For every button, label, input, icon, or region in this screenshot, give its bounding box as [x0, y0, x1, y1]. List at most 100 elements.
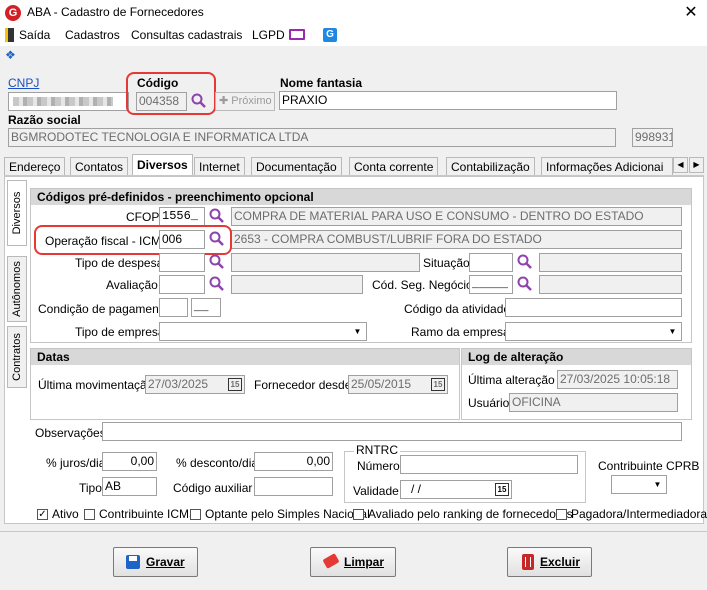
excluir-button[interactable]: Excluir: [507, 547, 592, 577]
gravar-button[interactable]: Gravar: [113, 547, 198, 577]
situacao-label: Situação: [423, 256, 470, 270]
validade-field[interactable]: / / 15: [400, 480, 512, 499]
optante-simples-label: Optante pelo Simples Nacional: [205, 507, 370, 521]
cod-aux-field[interactable]: [254, 477, 333, 496]
pagadora-checkbox[interactable]: [556, 509, 567, 520]
calendar-icon[interactable]: 15: [431, 378, 445, 391]
ultima-mov-value: 27/03/2025: [148, 377, 209, 391]
excluir-label: Excluir: [540, 555, 581, 569]
cprb-select[interactable]: ▼: [611, 475, 667, 494]
rntrc-label: RNTRC: [354, 443, 400, 457]
cod-seg-description: [539, 275, 682, 294]
cond-pag-field-2[interactable]: __: [191, 298, 221, 317]
tab-scroll-left-icon[interactable]: ◀: [673, 157, 688, 173]
opfiscal-highlight: [34, 225, 232, 255]
diamond-icon[interactable]: ❖: [5, 49, 19, 61]
tab-documentacao[interactable]: Documentação: [251, 157, 342, 175]
tab-contatos[interactable]: Contatos: [70, 157, 129, 175]
cod-seg-label: Cód. Seg. Negócio: [372, 278, 473, 292]
ativo-checkbox[interactable]: ✓: [37, 509, 48, 520]
tipo-despesa-search-icon[interactable]: [208, 253, 225, 270]
side-tab-contratos-label: Contratos: [11, 333, 23, 381]
razao-social-field[interactable]: BGMRODOTEC TECNOLOGIA E INFORMATICA LTDA: [8, 128, 616, 147]
situacao-field[interactable]: [469, 253, 513, 272]
save-icon: [126, 555, 140, 569]
tipo-field[interactable]: AB: [102, 477, 157, 496]
cfop-field[interactable]: 1556_: [159, 207, 205, 226]
cod-atividade-label: Código da atividade: [404, 302, 511, 316]
ramo-empresa-select[interactable]: ▼: [505, 322, 682, 341]
tab-endereco[interactable]: Endereço: [4, 157, 66, 175]
cod-seg-field[interactable]: _____: [469, 275, 513, 294]
opfiscal-description: 2653 - COMPRA COMBUST/LUBRIF FORA DO EST…: [231, 230, 682, 249]
fornecedor-desde-label: Fornecedor desde: [254, 378, 352, 392]
avaliacao-search-icon[interactable]: [208, 275, 225, 292]
fornecedor-desde-value: 25/05/2015: [351, 377, 412, 391]
trash-icon: [522, 554, 534, 570]
exit-icon: [5, 28, 14, 42]
eraser-icon: [322, 553, 340, 569]
razao-social-label: Razão social: [8, 113, 81, 127]
menu-cadastros[interactable]: Cadastros: [65, 28, 120, 42]
tab-contabilizacao[interactable]: Contabilização: [446, 157, 535, 175]
tab-internet[interactable]: Internet: [194, 157, 245, 175]
cod-aux-label: Código auxiliar 1: [173, 481, 263, 495]
ramo-empresa-label: Ramo da empresa: [411, 325, 510, 339]
avaliado-ranking-label: Avaliado pelo ranking de fornecedores: [368, 507, 573, 521]
usuario-field: OFICINA: [509, 393, 678, 412]
gravar-label: Gravar: [146, 555, 185, 569]
calendar-icon[interactable]: 15: [495, 483, 509, 496]
ultima-alt-label: Última alteração: [468, 373, 555, 387]
desconto-field[interactable]: 0,00: [254, 452, 333, 471]
juros-field[interactable]: 0,00: [102, 452, 157, 471]
optante-simples-checkbox[interactable]: [190, 509, 201, 520]
numero-field[interactable]: [400, 455, 578, 474]
cfop-label: CFOP: [126, 210, 160, 224]
tab-scroll-right-icon[interactable]: ▶: [689, 157, 704, 173]
cond-pag-field-1[interactable]: [159, 298, 188, 317]
tipo-empresa-chevron-down-icon: ▼: [353, 327, 362, 336]
ramo-empresa-chevron-down-icon: ▼: [668, 327, 677, 336]
observacoes-field[interactable]: [102, 422, 682, 441]
limpar-label: Limpar: [344, 555, 385, 569]
proximo-label: Próximo: [231, 95, 272, 107]
cnpj-field[interactable]: [8, 92, 129, 111]
limpar-button[interactable]: Limpar: [310, 547, 396, 577]
plus-icon: ✚: [219, 95, 229, 107]
side-tab-diversos[interactable]: Diversos: [7, 180, 27, 246]
cod-seg-search-icon[interactable]: [516, 275, 533, 292]
tab-diversos[interactable]: Diversos: [132, 154, 193, 176]
ultima-mov-field[interactable]: 27/03/2025 15: [145, 375, 245, 394]
numero-label: Número: [357, 459, 400, 473]
cnpj-link[interactable]: CNPJ: [8, 76, 39, 90]
tipo-empresa-select[interactable]: ▼: [159, 322, 367, 341]
monitor-icon[interactable]: [289, 29, 305, 40]
menu-saida[interactable]: Saída: [19, 28, 50, 42]
tab-informacoes-adicionais[interactable]: Informações Adicionai: [541, 157, 673, 175]
cod-atividade-field[interactable]: [505, 298, 682, 317]
nome-fantasia-label: Nome fantasia: [280, 76, 363, 90]
validade-value: / /: [411, 482, 422, 496]
proximo-button[interactable]: ✚ Próximo: [215, 92, 275, 111]
side-code-field[interactable]: 998931: [632, 128, 673, 147]
cfop-search-icon[interactable]: [208, 207, 225, 224]
contribuinte-icms-checkbox[interactable]: [84, 509, 95, 520]
calendar-icon[interactable]: 15: [228, 378, 242, 391]
menu-consultas[interactable]: Consultas cadastrais: [131, 28, 242, 42]
side-tab-contratos[interactable]: Contratos: [7, 326, 27, 388]
fornecedor-desde-field[interactable]: 25/05/2015 15: [348, 375, 448, 394]
menu-lgpd[interactable]: LGPD: [252, 28, 285, 42]
observacoes-label: Observações: [35, 426, 106, 440]
side-tab-autonomos[interactable]: Autônomos: [7, 256, 27, 322]
avaliado-ranking-checkbox[interactable]: [353, 509, 364, 520]
nome-fantasia-field[interactable]: PRAXIO: [279, 91, 617, 110]
avaliacao-label: Avaliação: [106, 278, 158, 292]
tab-conta-corrente[interactable]: Conta corrente: [349, 157, 439, 175]
avaliacao-field[interactable]: [159, 275, 205, 294]
tipo-despesa-field[interactable]: [159, 253, 205, 272]
close-icon[interactable]: ✕: [680, 2, 702, 24]
validade-label: Validade: [353, 484, 399, 498]
g-app-icon[interactable]: G: [323, 28, 337, 42]
situacao-search-icon[interactable]: [516, 253, 533, 270]
situacao-description: [539, 253, 682, 272]
